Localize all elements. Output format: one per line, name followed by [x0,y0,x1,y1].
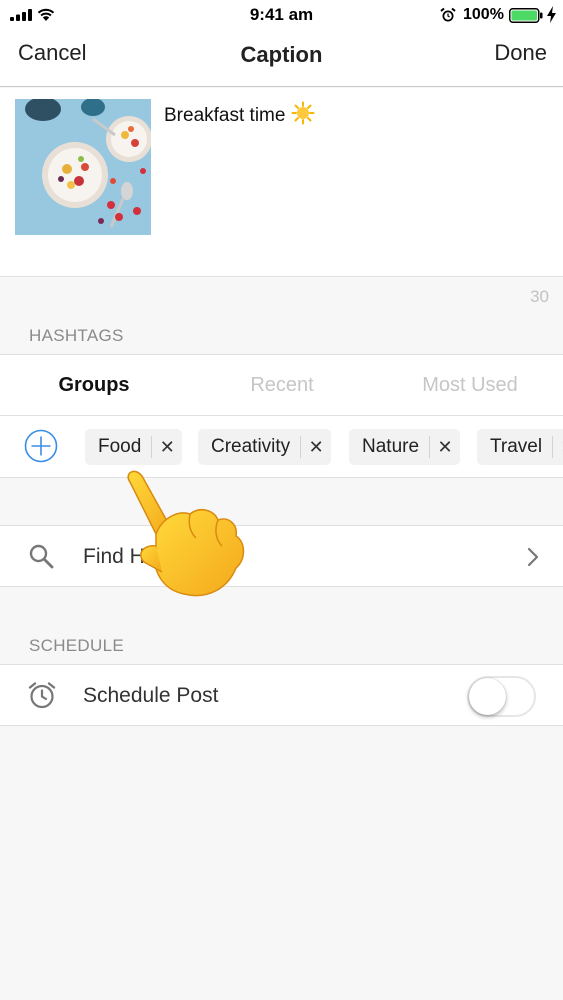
alarm-icon [440,7,456,22]
hashtag-group-chip[interactable]: Creativity ✕ [198,429,332,465]
chip-label: Food [98,436,142,457]
close-icon[interactable]: ✕ [152,429,182,465]
sun-emoji-icon [291,101,315,125]
hashtags-section-title: HASHTAGS [29,326,124,345]
chip-label: Travel [490,436,543,457]
navigation-bar: Cancel Caption Done [0,30,563,87]
hashtag-groups-row[interactable]: Food ✕ Creativity ✕ Nature ✕ Travel ✕ [0,416,563,478]
post-photo-thumbnail [15,99,151,235]
hashtag-tabs: Groups Recent Most Used [0,354,563,416]
find-hashtags-label: Find Hashtags [83,545,219,568]
characters-remaining: 30 [530,287,549,306]
chip-label: Creativity [211,436,291,457]
caption-editor[interactable]: Breakfast time [0,88,563,276]
find-hashtags-row[interactable]: Find Hashtags [0,525,563,587]
schedule-post-label: Schedule Post [83,684,219,707]
hashtag-group-chip[interactable]: Food ✕ [85,429,183,465]
hashtag-group-chip[interactable]: Travel ✕ [477,429,563,465]
chip-label: Nature [362,436,420,457]
schedule-section-title: SCHEDULE [29,636,124,655]
caption-input[interactable]: Breakfast time [164,101,315,127]
search-icon [29,544,54,569]
battery-icon [509,8,543,23]
alarm-clock-icon [28,682,56,709]
caption-screen: 9:41 am 100% Cancel Caption Done Breakfa… [0,0,563,1000]
character-counter-row: 30 [0,276,563,316]
toggle-knob [469,678,506,715]
cancel-button[interactable]: Cancel [18,40,86,66]
tab-recent[interactable]: Recent [188,374,376,397]
hashtag-group-chip[interactable]: Nature ✕ [349,429,461,465]
done-button[interactable]: Done [494,40,547,66]
plus-circle-icon[interactable] [24,429,58,463]
close-icon[interactable]: ✕ [553,429,563,465]
close-icon[interactable]: ✕ [430,429,460,465]
battery-percent: 100% [463,6,504,23]
chevron-right-icon [527,547,539,567]
tab-most-used[interactable]: Most Used [376,374,563,397]
charging-bolt-icon [547,6,556,23]
schedule-post-toggle[interactable] [467,676,536,717]
tab-groups[interactable]: Groups [0,374,188,397]
close-icon[interactable]: ✕ [301,429,331,465]
schedule-post-row: Schedule Post [0,664,563,726]
status-bar: 9:41 am 100% [0,0,563,30]
caption-text: Breakfast time [164,105,286,126]
